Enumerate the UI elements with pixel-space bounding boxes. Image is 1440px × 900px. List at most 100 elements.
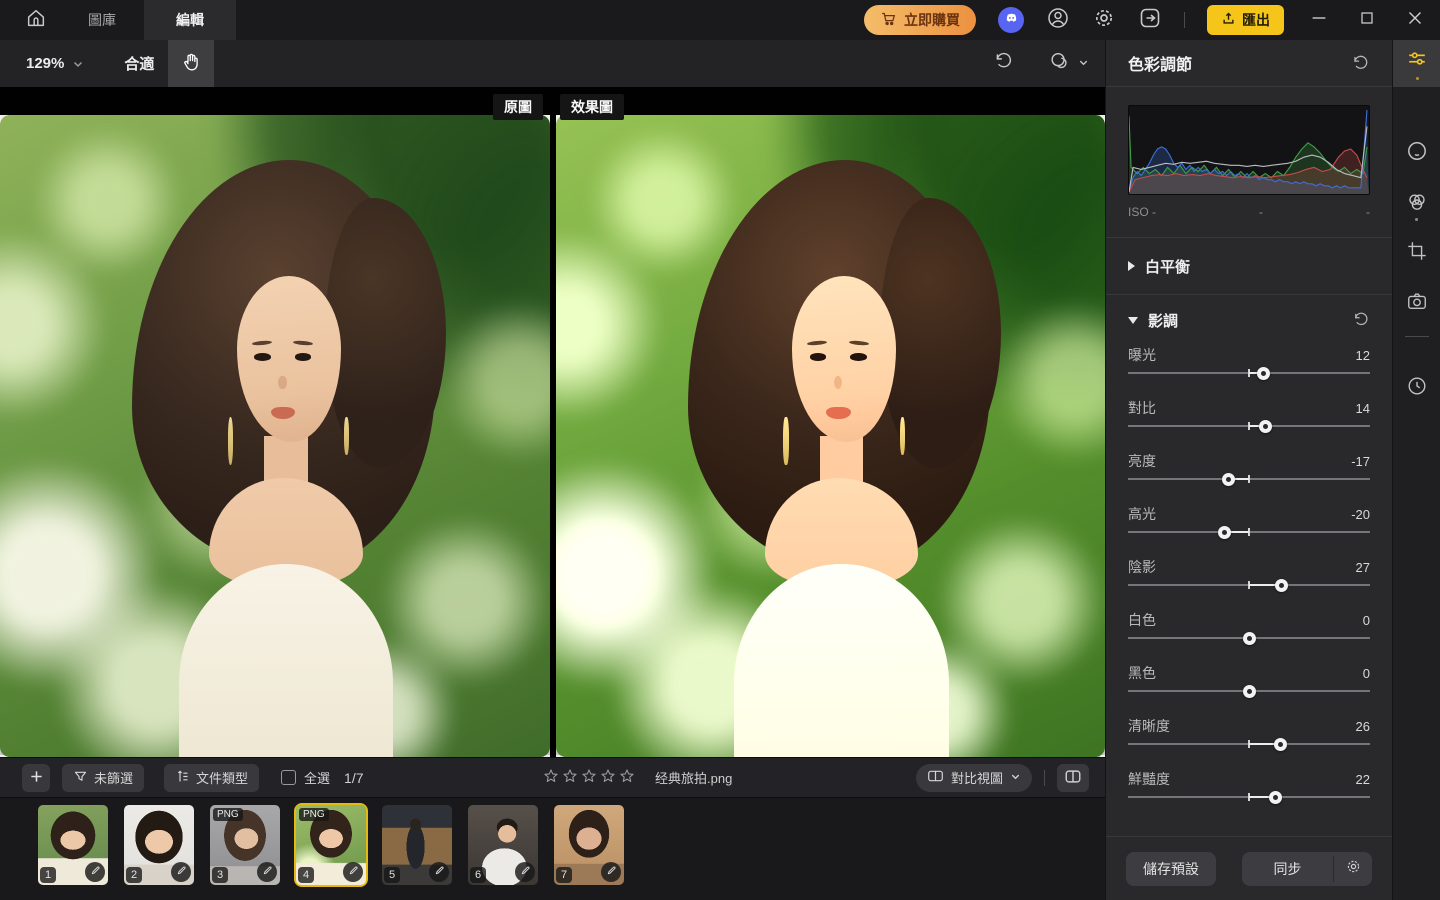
hand-tool-button[interactable]: [168, 40, 215, 87]
tab-gallery[interactable]: 圖庫: [60, 0, 144, 40]
original-image[interactable]: [0, 115, 550, 757]
slider-handle[interactable]: [1257, 366, 1271, 380]
tab-edit[interactable]: 編輯: [144, 0, 236, 40]
select-all-control[interactable]: 全選: [281, 768, 330, 787]
panel-footer: 儲存預設 同步: [1106, 836, 1392, 900]
star-icon[interactable]: [600, 768, 616, 787]
reset-tone-icon[interactable]: [1352, 311, 1370, 329]
quit-button[interactable]: [1138, 6, 1162, 35]
home-button[interactable]: [12, 0, 60, 40]
slider-label: 白色: [1128, 612, 1156, 628]
portrait-tool-button[interactable]: [1393, 139, 1440, 167]
history-button[interactable]: [1393, 374, 1440, 402]
star-icon[interactable]: [581, 768, 597, 787]
select-all-checkbox[interactable]: [281, 770, 297, 785]
edit-pencil-button[interactable]: [515, 862, 535, 882]
star-icon[interactable]: [562, 768, 578, 787]
sync-button-group: 同步: [1242, 851, 1372, 886]
tone-section-header[interactable]: 影調: [1128, 295, 1370, 345]
filters-tool-button[interactable]: [1393, 190, 1440, 218]
slider-value: -20: [1351, 506, 1370, 522]
sync-settings-button[interactable]: [1334, 852, 1372, 886]
thumbnail-number-badge: 3: [212, 867, 228, 883]
close-icon: [1404, 7, 1426, 34]
buy-now-button[interactable]: 立即購買: [864, 5, 976, 35]
png-format-badge: PNG: [299, 808, 329, 821]
slider-track[interactable]: [1128, 418, 1370, 434]
portrait-figure: [556, 115, 1105, 757]
star-icon[interactable]: [543, 768, 559, 787]
filmstrip-thumbnail[interactable]: 5: [382, 805, 452, 885]
filmstrip-thumbnail[interactable]: 1: [38, 805, 108, 885]
discord-button[interactable]: [998, 7, 1024, 33]
collapsed-triangle-icon: [1128, 261, 1135, 271]
filmstrip-thumbnail[interactable]: PNG 3: [210, 805, 280, 885]
slider-handle[interactable]: [1269, 790, 1283, 804]
file-type-sort-button[interactable]: 文件類型: [164, 763, 260, 792]
before-after-compare-button[interactable]: [1048, 40, 1089, 87]
adjustments-tool-button[interactable]: [1393, 40, 1440, 87]
slider-handle[interactable]: [1273, 737, 1287, 751]
histogram: [1128, 105, 1370, 195]
filmstrip-thumbnail[interactable]: 7: [554, 805, 624, 885]
undo-button[interactable]: [993, 40, 1014, 87]
save-preset-button[interactable]: 儲存預設: [1126, 851, 1216, 886]
slider-value: -17: [1351, 453, 1370, 469]
close-button[interactable]: [1402, 7, 1428, 33]
edit-pencil-button[interactable]: [343, 862, 363, 882]
compare-view-dropdown[interactable]: 對比視圖: [915, 763, 1032, 792]
export-button[interactable]: 匯出: [1207, 5, 1284, 35]
slider-label: 陰影: [1128, 559, 1156, 575]
filmstrip-thumbnail[interactable]: 6: [468, 805, 538, 885]
minimize-button[interactable]: [1306, 7, 1332, 33]
filmstrip-thumbnail[interactable]: PNG 4: [294, 803, 368, 887]
chevron-down-icon: [1078, 55, 1089, 73]
iso-value: ISO -: [1128, 205, 1157, 219]
slider-handle[interactable]: [1218, 525, 1232, 539]
edit-pencil-button[interactable]: [257, 862, 277, 882]
slider-handle[interactable]: [1242, 631, 1256, 645]
slider-handle[interactable]: [1259, 419, 1273, 433]
slider-track[interactable]: [1128, 524, 1370, 540]
sync-button[interactable]: 同步: [1242, 852, 1333, 886]
layout-icon: [927, 769, 944, 786]
slider-track[interactable]: [1128, 630, 1370, 646]
settings-button[interactable]: [1092, 6, 1116, 35]
gear-icon: [1092, 6, 1116, 35]
fit-to-screen-button[interactable]: 合適: [124, 40, 154, 87]
filmstrip-thumbnail[interactable]: 2: [124, 805, 194, 885]
slider-handle[interactable]: [1275, 578, 1289, 592]
camera-raw-button[interactable]: [1393, 289, 1440, 317]
effect-image[interactable]: [556, 115, 1105, 757]
slider-track[interactable]: [1128, 577, 1370, 593]
edit-pencil-button[interactable]: [171, 862, 191, 882]
slider-track[interactable]: [1128, 471, 1370, 487]
tone-label: 影調: [1148, 312, 1179, 330]
maximize-button[interactable]: [1354, 7, 1380, 33]
star-icon[interactable]: [619, 768, 635, 787]
split-view-button[interactable]: [1057, 763, 1089, 792]
slider-track[interactable]: [1128, 789, 1370, 805]
slider-track[interactable]: [1128, 365, 1370, 381]
slider-track[interactable]: [1128, 683, 1370, 699]
exif-info-row: ISO - - -: [1128, 203, 1370, 221]
add-image-button[interactable]: [22, 763, 50, 792]
effect-view-label: 效果圖: [560, 94, 624, 120]
slider-handle[interactable]: [1221, 472, 1235, 486]
white-balance-section-header[interactable]: 白平衡: [1128, 238, 1370, 294]
thumbnail-number-badge: 4: [298, 867, 314, 883]
star-rating[interactable]: [543, 768, 635, 787]
chevron-down-icon: [1010, 770, 1021, 785]
zoom-level-dropdown[interactable]: 129%: [26, 40, 84, 87]
filter-button[interactable]: 未篩選: [62, 763, 145, 792]
edit-pencil-button[interactable]: [429, 862, 449, 882]
slider-handle[interactable]: [1242, 684, 1256, 698]
zoom-level-value: 129%: [26, 55, 65, 72]
top-bar: 圖庫 編輯 立即購買 匯出: [0, 0, 1440, 40]
account-button[interactable]: [1046, 6, 1070, 35]
reset-all-icon[interactable]: [1351, 54, 1370, 73]
edit-pencil-button[interactable]: [601, 862, 621, 882]
crop-tool-button[interactable]: [1393, 239, 1440, 267]
slider-track[interactable]: [1128, 736, 1370, 752]
edit-pencil-button[interactable]: [85, 862, 105, 882]
